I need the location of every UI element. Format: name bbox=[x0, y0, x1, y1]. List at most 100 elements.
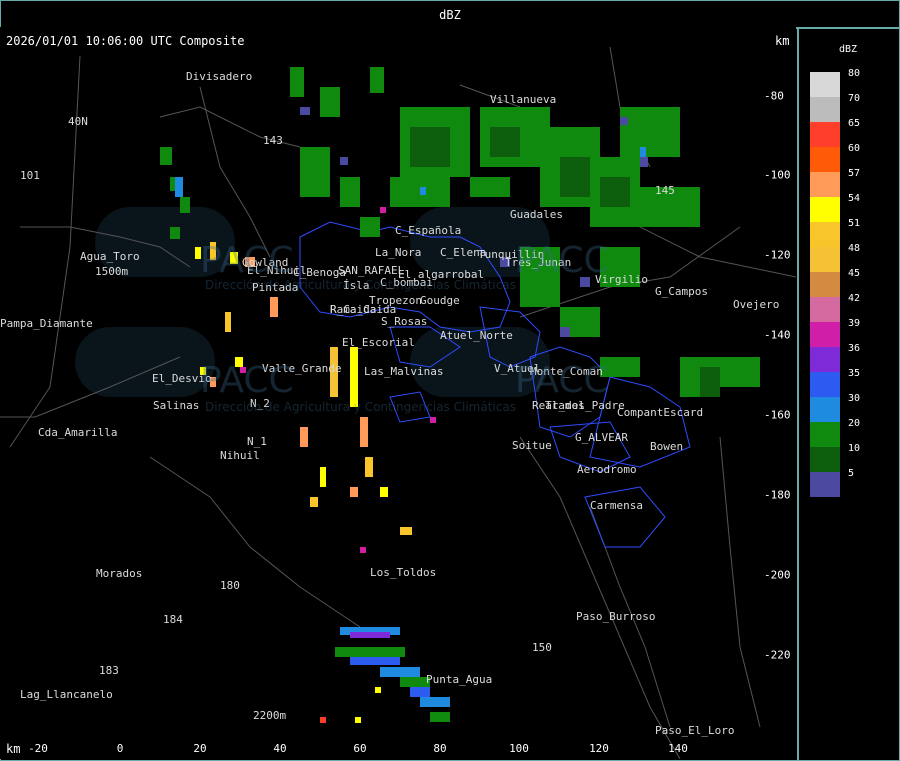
legend-swatch bbox=[810, 222, 840, 247]
legend-label: 70 bbox=[848, 93, 861, 104]
place-label: 2200m bbox=[253, 709, 286, 722]
y-tick: -100 bbox=[764, 168, 791, 182]
legend-swatch bbox=[810, 97, 840, 122]
place-label: Aerodromo bbox=[577, 463, 637, 476]
place-label: El_Escorial bbox=[342, 336, 415, 349]
place-label: 40N bbox=[68, 115, 88, 128]
place-label: 145 bbox=[655, 184, 675, 197]
radar-map: Divisadero Villanueva Guadales C_Español… bbox=[0, 27, 796, 759]
place-label: Goudge bbox=[420, 294, 460, 307]
legend-label: 80 bbox=[848, 68, 861, 79]
legend-label: 42 bbox=[848, 293, 861, 304]
place-label: 143 bbox=[263, 134, 283, 147]
x-tick: -20 bbox=[28, 742, 48, 755]
place-label: Villanueva bbox=[490, 93, 556, 106]
y-tick: -140 bbox=[764, 328, 791, 342]
legend-swatch bbox=[810, 272, 840, 297]
place-label: Morados bbox=[96, 567, 142, 580]
top-title: dBZ bbox=[439, 7, 461, 22]
x-tick: 120 bbox=[589, 742, 609, 755]
place-label: Pampa_Diamante bbox=[0, 317, 93, 330]
x-tick: 40 bbox=[273, 742, 287, 755]
place-label: Agua_Toro bbox=[80, 250, 140, 263]
x-tick: 140 bbox=[668, 742, 688, 755]
x-tick: 20 bbox=[193, 742, 207, 755]
place-label: Soitue bbox=[512, 439, 552, 452]
place-label: 1500m bbox=[95, 265, 128, 278]
legend-swatch bbox=[810, 172, 840, 197]
place-label: Atuel_Norte bbox=[440, 329, 513, 342]
legend-label: 60 bbox=[848, 143, 861, 154]
place-label: Cda_Amarilla bbox=[38, 426, 117, 439]
place-label: Nihuil bbox=[220, 449, 260, 462]
place-label: Las_Malvinas bbox=[364, 365, 443, 378]
svg-text:PACC: PACC bbox=[200, 360, 294, 401]
place-label: Ovejero bbox=[733, 298, 779, 311]
place-label: Lag_Llancanelo bbox=[20, 688, 113, 701]
place-label: Divisadero bbox=[186, 70, 252, 83]
legend-label: 54 bbox=[848, 193, 861, 204]
place-label: 183 bbox=[99, 664, 119, 677]
x-tick: 0 bbox=[116, 742, 124, 755]
legend-label: 65 bbox=[848, 118, 861, 129]
legend-swatch bbox=[810, 372, 840, 397]
y-tick: -200 bbox=[764, 568, 791, 582]
place-label: Carmensa bbox=[590, 499, 643, 512]
legend-label: 30 bbox=[848, 393, 861, 404]
legend-label: 10 bbox=[848, 443, 861, 454]
unit-bottom: km bbox=[6, 742, 21, 756]
y-tick: -220 bbox=[764, 648, 791, 662]
legend-label: 45 bbox=[848, 268, 861, 279]
place-label: 180 bbox=[220, 579, 240, 592]
place-label: Salinas bbox=[153, 399, 199, 412]
place-label: 150 bbox=[532, 641, 552, 654]
legend-swatch bbox=[810, 472, 840, 497]
place-label: Paso_Burroso bbox=[576, 610, 655, 623]
legend-swatch bbox=[810, 422, 840, 447]
place-label: Punta_Agua bbox=[426, 673, 492, 686]
place-label: 101 bbox=[20, 169, 40, 182]
legend-swatch bbox=[810, 322, 840, 347]
legend-label: 39 bbox=[848, 318, 861, 329]
svg-text:Dirección de Agricultura y Con: Dirección de Agricultura y Contingencias… bbox=[205, 278, 516, 292]
x-tick: 60 bbox=[353, 742, 367, 755]
place-label: S_Rosas bbox=[381, 315, 427, 328]
place-label: G_Campos bbox=[655, 285, 708, 298]
place-label: N_1 bbox=[247, 435, 267, 448]
svg-text:PACC: PACC bbox=[200, 240, 294, 281]
legend-swatch bbox=[810, 247, 840, 272]
place-label: Bowen bbox=[650, 440, 683, 453]
place-label: CompantEscard bbox=[617, 406, 703, 419]
y-tick: -120 bbox=[764, 248, 791, 262]
legend-label: 5 bbox=[848, 468, 855, 479]
place-label: Los_Toldos bbox=[370, 566, 436, 579]
place-label: Rama_Caida bbox=[330, 303, 396, 316]
legend-title: dBZ bbox=[839, 44, 858, 55]
svg-text:PACC: PACC bbox=[515, 240, 609, 281]
legend-swatch bbox=[810, 447, 840, 472]
y-tick: -80 bbox=[764, 89, 784, 103]
svg-text:PACC: PACC bbox=[515, 360, 609, 401]
place-label: La_Nora bbox=[375, 246, 421, 259]
place-label: 184 bbox=[163, 613, 183, 626]
place-label: G_ALVEAR bbox=[575, 431, 628, 444]
place-label: Paso_El_Loro bbox=[655, 724, 734, 737]
legend-swatch bbox=[810, 197, 840, 222]
legend-swatch bbox=[810, 147, 840, 172]
y-tick: -160 bbox=[764, 408, 791, 422]
legend-label: 36 bbox=[848, 343, 861, 354]
legend-label: 20 bbox=[848, 418, 861, 429]
legend-swatch bbox=[810, 347, 840, 372]
x-tick: 100 bbox=[509, 742, 529, 755]
legend-label: 35 bbox=[848, 368, 861, 379]
legend-swatch bbox=[810, 72, 840, 97]
top-title-bar: dBZ bbox=[0, 0, 900, 29]
y-tick: -180 bbox=[764, 488, 791, 502]
place-label: Guadales bbox=[510, 208, 563, 221]
legend-label: 48 bbox=[848, 243, 861, 254]
x-tick: 80 bbox=[433, 742, 447, 755]
legend-label: 51 bbox=[848, 218, 861, 229]
unit-top: km bbox=[775, 34, 790, 48]
timestamp-label: 2026/01/01 10:06:00 UTC Composite bbox=[6, 34, 245, 48]
legend-label: 57 bbox=[848, 168, 861, 179]
